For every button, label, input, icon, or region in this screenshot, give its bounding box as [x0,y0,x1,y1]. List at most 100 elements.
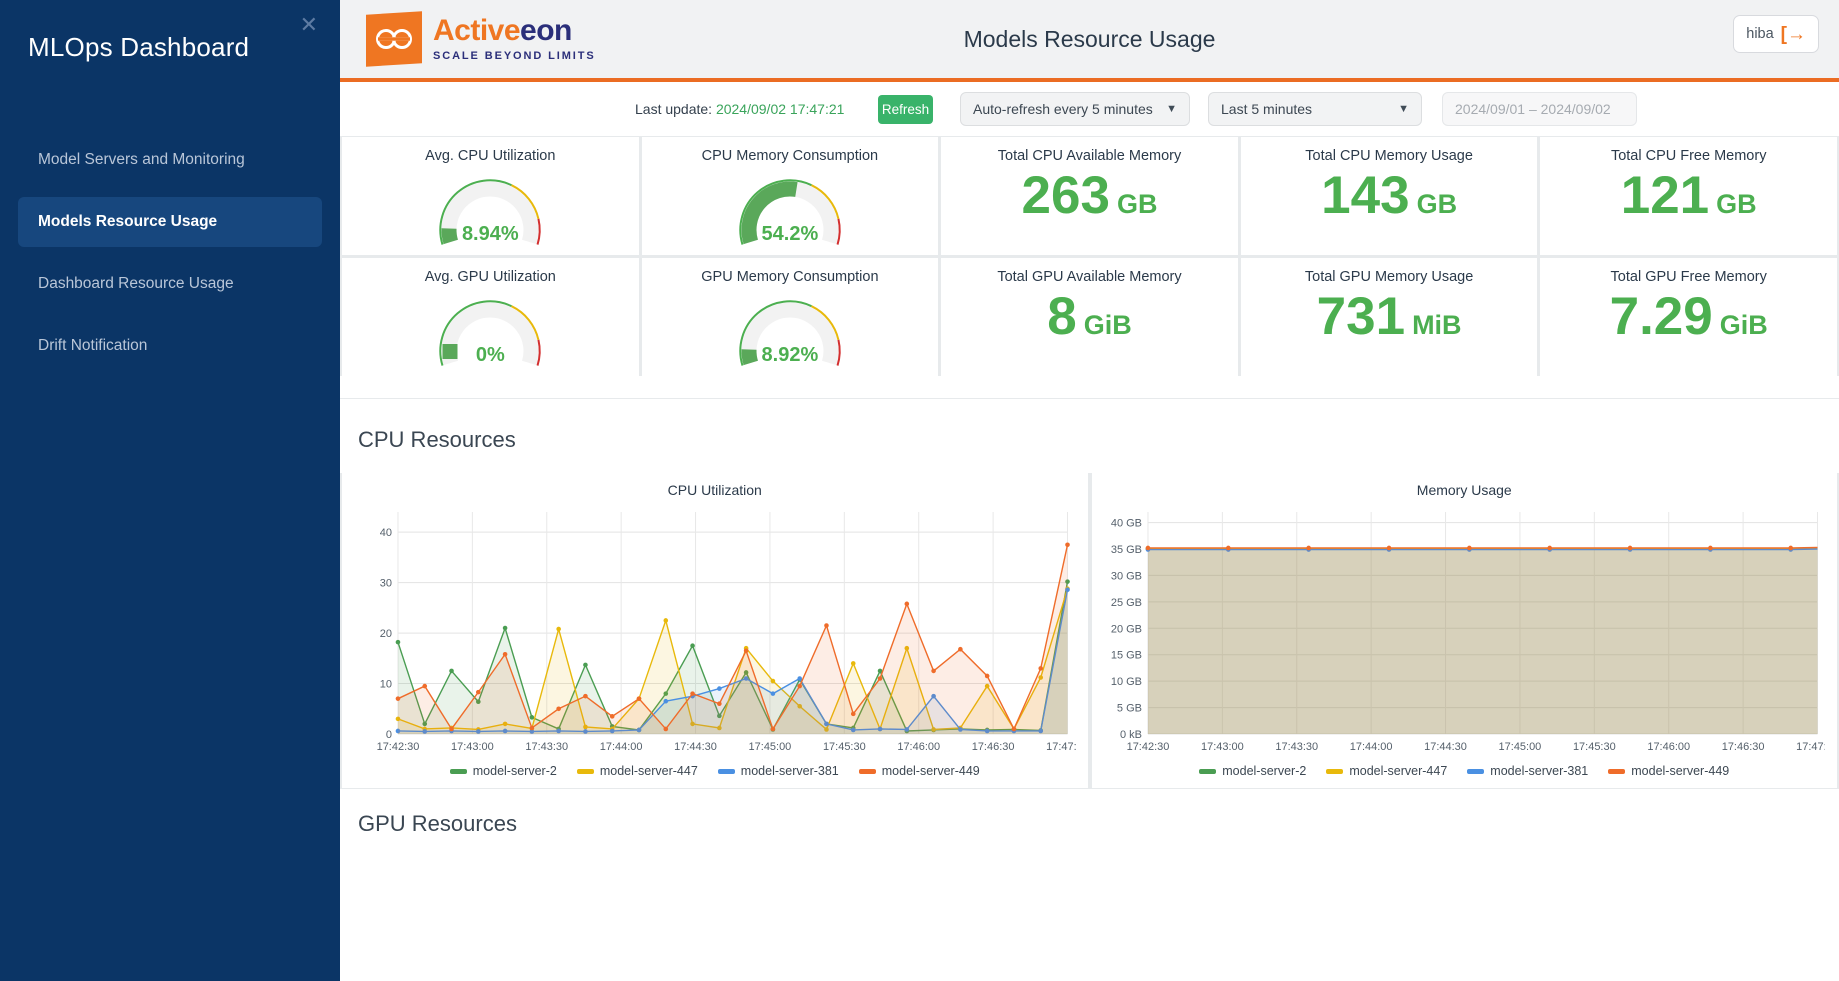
top-header: Activeeon SCALE BEYOND LIMITS Models Res… [340,0,1839,82]
svg-text:17:45:30: 17:45:30 [823,741,866,753]
chevron-down-icon: ▼ [1166,103,1177,115]
last-update-value: 2024/09/02 17:47:21 [715,101,845,117]
chevron-down-icon: ▼ [1398,103,1409,115]
legend-item[interactable]: model-server-2 [1199,764,1306,778]
activeeon-infinity-icon [366,11,422,67]
svg-text:17:43:30: 17:43:30 [1275,741,1318,753]
svg-text:17:42:30: 17:42:30 [1126,741,1169,753]
legend-label: model-server-447 [1349,764,1448,778]
legend-item[interactable]: model-server-447 [1326,764,1447,778]
legend-item[interactable]: model-server-447 [576,764,698,778]
kpi-card: GPU Memory Consumption 8.92% [641,258,939,376]
svg-text:40: 40 [380,527,392,539]
legend-item[interactable]: model-server-449 [858,764,980,778]
kpi-number: 8 [1047,287,1077,346]
cpu-section-header: CPU Resources [340,398,1839,473]
kpi-title: Total GPU Free Memory [1610,269,1767,285]
kpi-gauge: 0% [434,289,546,369]
kpi-number: 143 [1321,166,1410,225]
legend-swatch-icon [858,768,876,774]
svg-text:17:47:00: 17:47:00 [1046,741,1075,753]
kpi-value: 263 GB [1022,169,1158,222]
svg-text:17:47:00: 17:47:00 [1796,741,1825,753]
brand-logo[interactable]: Activeeon SCALE BEYOND LIMITS [340,11,596,67]
sidebar-item-drift-notification[interactable]: Drift Notification [18,321,322,371]
kpi-value: 731 MiB [1317,290,1462,343]
gpu-section-header: GPU Resources [340,788,1839,845]
sidebar-item-model-servers-and-monitoring[interactable]: Model Servers and Monitoring [18,135,322,185]
kpi-card: Total GPU Memory Usage 731 MiB [1240,258,1538,376]
time-range-value: Last 5 minutes [1221,101,1313,117]
memory-usage-chart[interactable]: 0 kB 5 GB 10 GB 15 GB 20 GB 25 GB 30 GB 35 GB 40… [1104,502,1825,760]
svg-text:17:46:00: 17:46:00 [897,741,940,753]
svg-text:17:46:30: 17:46:30 [972,741,1015,753]
kpi-number: 121 [1620,166,1710,225]
svg-text:0: 0 [386,729,392,741]
cpu-section-title: CPU Resources [358,427,516,452]
logo-word-active: Active [433,14,521,47]
kpi-title: Total GPU Memory Usage [1304,269,1474,285]
kpi-card: Avg. GPU Utilization 0% [342,258,639,376]
kpi-card: Total CPU Free Memory 121 GB [1540,137,1837,255]
legend-item[interactable]: model-server-2 [449,764,557,778]
svg-text:15 GB: 15 GB [1110,650,1141,662]
legend-label: model-server-381 [740,764,839,778]
kpi-value: 8 GiB [1047,290,1132,343]
brand-wordmark: Activeeon SCALE BEYOND LIMITS [433,16,596,62]
date-range-input[interactable]: 2024/09/01 – 2024/09/02 [1442,92,1637,126]
cpu-utilization-chart[interactable]: 0 10 20 30 40 17:42:30 17:43:00 17:43:30 17:44:0… [354,502,1076,760]
legend-swatch-icon [1467,768,1485,774]
legend-label: model-server-449 [881,764,980,778]
kpi-gauge: 8.92% [734,289,846,369]
logo-tagline: SCALE BEYOND LIMITS [433,50,596,62]
kpi-value: 143 GB [1321,169,1457,222]
user-menu-button[interactable]: hiba [→ [1733,15,1819,53]
svg-text:17:45:00: 17:45:00 [1498,741,1541,753]
user-name-label: hiba [1746,26,1774,42]
kpi-title: Total CPU Memory Usage [1305,148,1473,164]
kpi-card: CPU Memory Consumption 54.2% [641,137,939,255]
app-root: ✕ MLOps Dashboard Model Servers and Moni… [0,0,1839,981]
svg-text:17:46:00: 17:46:00 [1647,741,1690,753]
svg-text:30 GB: 30 GB [1110,570,1141,582]
legend-swatch-icon [449,768,467,774]
kpi-card: Total CPU Available Memory 263 GB [941,137,1238,255]
legend-swatch-icon [1608,768,1626,774]
sidebar-nav: Model Servers and Monitoring Models Reso… [0,135,340,371]
last-update-label: Last update: [635,101,713,117]
svg-text:10 GB: 10 GB [1110,676,1141,688]
kpi-title: GPU Memory Consumption [701,269,879,285]
kpi-gauge: 8.94% [434,168,546,248]
legend-swatch-icon [576,768,594,774]
kpi-card: Total GPU Available Memory 8 GiB [941,258,1238,376]
chart-legend: model-server-2 model-server-447 model-serv… [1104,764,1826,778]
kpi-title: Total CPU Free Memory [1610,148,1767,164]
svg-text:5 GB: 5 GB [1116,703,1141,715]
svg-text:30: 30 [380,578,392,590]
kpi-gauge-value: 54.2% [761,223,819,245]
legend-swatch-icon [1326,768,1344,774]
svg-text:20 GB: 20 GB [1110,623,1141,635]
close-icon[interactable]: ✕ [300,14,318,36]
legend-item[interactable]: model-server-381 [717,764,839,778]
svg-text:17:43:00: 17:43:00 [1200,741,1243,753]
chart-title: CPU Utilization [667,482,762,498]
sidebar-item-label: Dashboard Resource Usage [38,275,234,292]
sidebar-item-dashboard-resource-usage[interactable]: Dashboard Resource Usage [18,259,322,309]
kpi-spacer [340,376,1839,398]
legend-item[interactable]: model-server-449 [1608,764,1729,778]
auto-refresh-select[interactable]: Auto-refresh every 5 minutes ▼ [960,92,1190,126]
kpi-title: Total CPU Available Memory [997,148,1182,164]
sidebar-item-models-resource-usage[interactable]: Models Resource Usage [18,197,322,247]
legend-item[interactable]: model-server-381 [1467,764,1588,778]
svg-text:35 GB: 35 GB [1110,544,1141,556]
kpi-gauge-value: 0% [475,344,505,366]
time-range-select[interactable]: Last 5 minutes ▼ [1208,92,1422,126]
refresh-button[interactable]: Refresh [878,94,933,124]
svg-text:17:46:30: 17:46:30 [1721,741,1764,753]
kpi-title: Avg. CPU Utilization [425,148,556,164]
date-range-value: 2024/09/01 – 2024/09/02 [1455,101,1611,117]
sidebar-item-label: Drift Notification [38,337,148,354]
cpu-charts-row: CPU Utilization 0 10 20 30 40 17:42:30 17:43:0… [340,473,1839,788]
svg-text:17:45:30: 17:45:30 [1572,741,1615,753]
